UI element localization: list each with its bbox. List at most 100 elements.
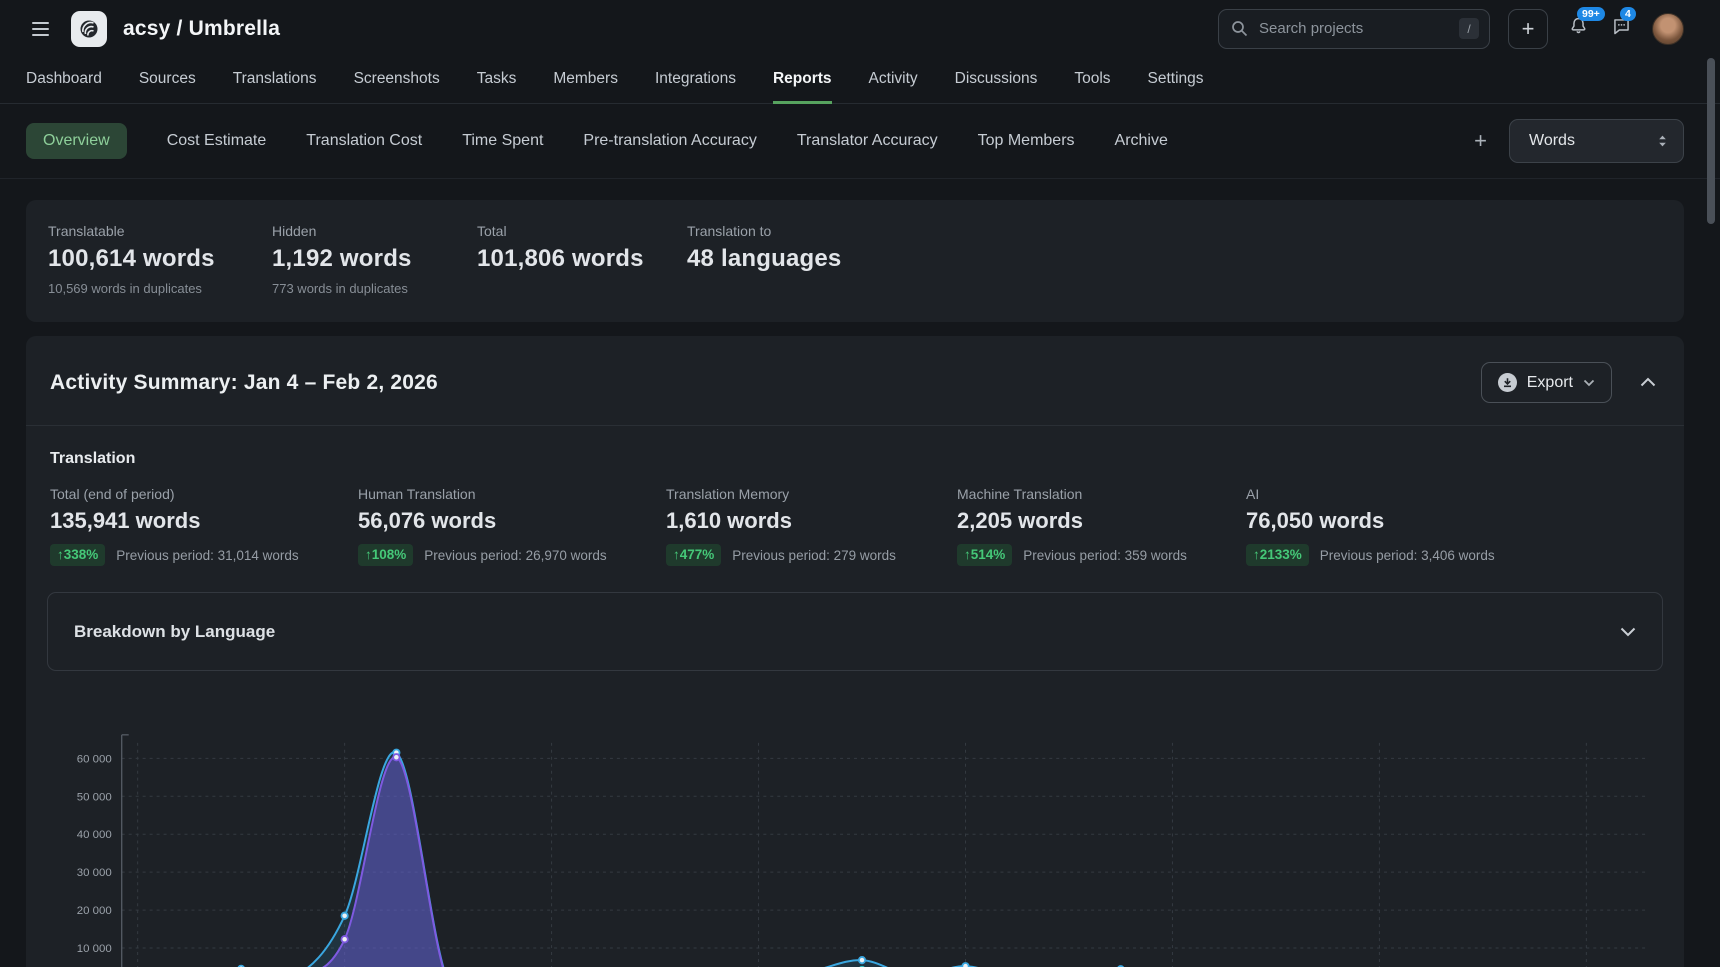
delta-badge: ↑338% <box>50 544 105 566</box>
export-label: Export <box>1527 374 1573 392</box>
main-content: Translatable 100,614 words 10,569 words … <box>0 200 1720 967</box>
nav-tab-members[interactable]: Members <box>553 70 618 104</box>
stat-translatable: Translatable 100,614 words 10,569 words … <box>48 223 272 296</box>
project-title: acsy / Umbrella <box>123 17 280 41</box>
stat-value: 101,806 words <box>477 245 687 273</box>
search-shortcut-hint: / <box>1459 18 1479 39</box>
previous-period: Previous period: 359 words <box>1023 548 1187 563</box>
org-logo[interactable] <box>71 11 107 47</box>
nav-tab-tasks[interactable]: Tasks <box>477 70 517 104</box>
activity-chart-svg: 010 00020 00030 00040 00050 00060 0004 J… <box>40 693 1674 967</box>
svg-text:20 000: 20 000 <box>77 905 112 917</box>
add-report-button[interactable]: + <box>1474 130 1487 152</box>
export-button[interactable]: Export <box>1481 362 1612 403</box>
collapse-section-button[interactable] <box>1636 371 1660 394</box>
stat-value: 1,192 words <box>272 245 477 273</box>
stat-value: 76,050 words <box>1246 508 1495 534</box>
activity-summary-card: Activity Summary: Jan 4 – Feb 2, 2026 Ex… <box>26 336 1684 967</box>
stat-machine-translation: Machine Translation 2,205 words ↑514% Pr… <box>957 486 1246 566</box>
stat-label: Total (end of period) <box>50 486 358 502</box>
stat-note: 773 words in duplicates <box>272 281 477 296</box>
reports-subnav: Overview Cost Estimate Translation Cost … <box>0 104 1720 179</box>
delta-badge: ↑514% <box>957 544 1012 566</box>
delta-badge: ↑108% <box>358 544 413 566</box>
stat-label: Translation to <box>687 223 841 239</box>
create-button[interactable]: + <box>1508 9 1548 49</box>
top-bar: acsy / Umbrella / + 99+ 4 <box>0 0 1720 57</box>
svg-text:40 000: 40 000 <box>77 829 112 841</box>
notifications-badge: 99+ <box>1577 7 1605 22</box>
org-logo-icon <box>78 18 100 40</box>
stat-translation-memory: Translation Memory 1,610 words ↑477% Pre… <box>666 486 957 566</box>
project-words-summary-card: Translatable 100,614 words 10,569 words … <box>26 200 1684 322</box>
previous-period: Previous period: 26,970 words <box>424 548 606 563</box>
menu-icon[interactable] <box>26 16 55 42</box>
main-nav: Dashboard Sources Translations Screensho… <box>0 57 1720 104</box>
stat-label: AI <box>1246 486 1495 502</box>
subnav-actions: + Words <box>1474 119 1684 163</box>
previous-period: Previous period: 279 words <box>732 548 896 563</box>
stat-label: Human Translation <box>358 486 666 502</box>
subnav-tab-top-members[interactable]: Top Members <box>978 123 1075 159</box>
subnav-tab-archive[interactable]: Archive <box>1115 123 1168 159</box>
search-input[interactable] <box>1219 20 1459 37</box>
page-scrollbar[interactable] <box>1707 58 1715 224</box>
stat-value: 100,614 words <box>48 245 272 273</box>
unit-select[interactable]: Words <box>1509 119 1684 163</box>
breakdown-by-language-toggle[interactable]: Breakdown by Language <box>47 592 1663 671</box>
user-avatar[interactable] <box>1652 13 1684 45</box>
stat-label: Total <box>477 223 687 239</box>
nav-tab-translations[interactable]: Translations <box>233 70 317 104</box>
svg-text:10 000: 10 000 <box>77 943 112 955</box>
nav-tab-activity[interactable]: Activity <box>869 70 918 104</box>
stat-translation-to: Translation to 48 languages <box>687 223 841 296</box>
previous-period: Previous period: 3,406 words <box>1320 548 1495 563</box>
stat-label: Machine Translation <box>957 486 1246 502</box>
svg-text:50 000: 50 000 <box>77 791 112 803</box>
subnav-tab-time-spent[interactable]: Time Spent <box>462 123 543 159</box>
nav-tab-dashboard[interactable]: Dashboard <box>26 70 102 104</box>
search-box: / <box>1218 9 1490 49</box>
nav-tab-tools[interactable]: Tools <box>1074 70 1110 104</box>
svg-text:30 000: 30 000 <box>77 867 112 879</box>
messages-button[interactable]: 4 <box>1609 14 1634 44</box>
translation-stats-row: Total (end of period) 135,941 words ↑338… <box>26 468 1684 566</box>
delta-badge: ↑2133% <box>1246 544 1309 566</box>
nav-tab-settings[interactable]: Settings <box>1148 70 1204 104</box>
stat-ai: AI 76,050 words ↑2133% Previous period: … <box>1246 486 1495 566</box>
subnav-tab-translation-cost[interactable]: Translation Cost <box>306 123 422 159</box>
nav-tab-discussions[interactable]: Discussions <box>955 70 1038 104</box>
stat-note: 10,569 words in duplicates <box>48 281 272 296</box>
activity-summary-title: Activity Summary: Jan 4 – Feb 2, 2026 <box>50 371 438 395</box>
stat-hidden: Hidden 1,192 words 773 words in duplicat… <box>272 223 477 296</box>
nav-tab-sources[interactable]: Sources <box>139 70 196 104</box>
stat-value: 2,205 words <box>957 508 1246 534</box>
subnav-tab-translator-accuracy[interactable]: Translator Accuracy <box>797 123 938 159</box>
unit-select-value: Words <box>1529 132 1655 150</box>
chevron-up-icon <box>1640 377 1656 387</box>
stat-value: 1,610 words <box>666 508 957 534</box>
download-icon <box>1498 373 1517 392</box>
chevron-down-icon <box>1620 627 1636 637</box>
previous-period: Previous period: 31,014 words <box>116 548 298 563</box>
subnav-tab-pretranslation-accuracy[interactable]: Pre-translation Accuracy <box>583 123 756 159</box>
stat-total: Total 101,806 words <box>477 223 687 296</box>
nav-tab-integrations[interactable]: Integrations <box>655 70 736 104</box>
stat-label: Translation Memory <box>666 486 957 502</box>
caret-down-icon <box>1583 379 1595 387</box>
translation-section-title: Translation <box>26 426 1684 468</box>
stat-human-translation: Human Translation 56,076 words ↑108% Pre… <box>358 486 666 566</box>
svg-text:60 000: 60 000 <box>77 754 112 766</box>
subnav-tab-overview[interactable]: Overview <box>26 123 127 159</box>
breakdown-label: Breakdown by Language <box>74 622 275 642</box>
delta-badge: ↑477% <box>666 544 721 566</box>
search-icon <box>1231 20 1248 37</box>
activity-chart: 010 00020 00030 00040 00050 00060 0004 J… <box>40 693 1674 967</box>
stat-label: Translatable <box>48 223 272 239</box>
subnav-tab-cost-estimate[interactable]: Cost Estimate <box>167 123 267 159</box>
stat-label: Hidden <box>272 223 477 239</box>
stat-value: 48 languages <box>687 245 841 273</box>
notifications-button[interactable]: 99+ <box>1566 14 1591 44</box>
nav-tab-screenshots[interactable]: Screenshots <box>354 70 440 104</box>
nav-tab-reports[interactable]: Reports <box>773 70 832 104</box>
